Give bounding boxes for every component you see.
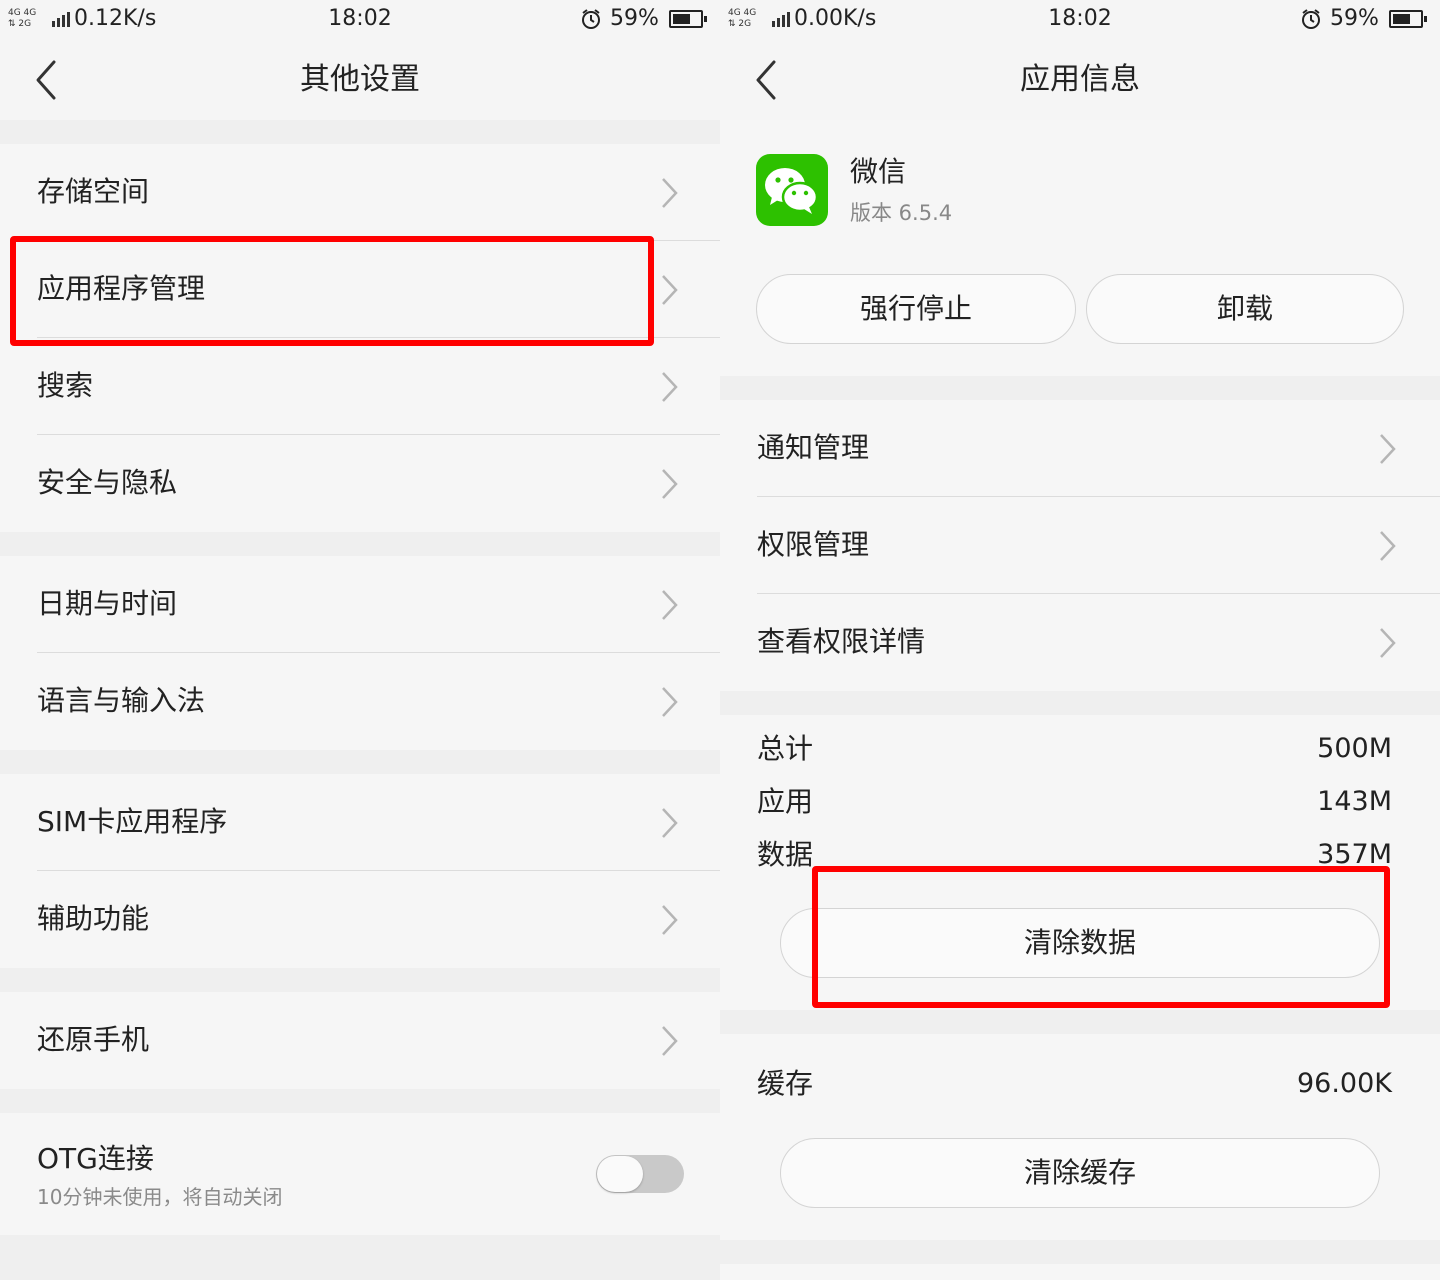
settings-item-label: 安全与隐私 [37,466,178,499]
settings-item-label: 辅助功能 [37,902,150,935]
settings-item-date-time[interactable]: 日期与时间 [0,556,720,653]
settings-group-2: 日期与时间 语言与输入法 [0,556,720,750]
settings-item-app-management[interactable]: 应用程序管理 [0,241,720,338]
storage-row-app: 应用 143M [757,782,1392,822]
menu-item-label: 查看权限详情 [757,625,926,658]
battery-percent: 59% [1330,6,1379,31]
storage-group: 总计 500M 应用 143M 数据 357M 清除数据 [720,715,1440,1010]
settings-item-search[interactable]: 搜索 [0,338,720,435]
alarm-icon [582,9,600,29]
settings-group-1: 存储空间 应用程序管理 搜索 安全与隐私 [0,144,720,532]
storage-label: 应用 [757,785,814,818]
wechat-icon [756,154,828,226]
otg-item: OTG连接 10分钟未使用，将自动关闭 [0,1113,720,1235]
storage-value: 357M [1317,839,1392,870]
settings-item-sim-apps[interactable]: SIM卡应用程序 [0,774,720,871]
otg-group: OTG连接 10分钟未使用，将自动关闭 [0,1113,720,1235]
app-name: 微信 [850,155,907,188]
otg-subtitle: 10分钟未使用，将自动关闭 [37,1185,283,1209]
settings-item-label: 搜索 [37,369,94,402]
page-title: 应用信息 [1020,62,1140,97]
battery-icon [669,10,707,28]
chevron-right-icon [1380,628,1396,658]
settings-item-label: 还原手机 [37,1023,150,1056]
storage-row-total: 总计 500M [757,729,1392,769]
chevron-right-icon [662,590,678,620]
force-stop-button[interactable]: 强行停止 [756,274,1076,344]
menu-item-label: 通知管理 [757,431,870,464]
chevron-right-icon [1380,434,1396,464]
storage-value: 143M [1317,786,1392,817]
alarm-icon [1302,9,1320,29]
title-bar: 应用信息 [720,40,1440,120]
app-header: 微信 版本 6.5.4 强行停止 卸载 [720,120,1440,376]
app-version: 版本 6.5.4 [850,201,953,225]
chevron-right-icon [662,275,678,305]
chevron-right-icon [662,469,678,499]
settings-item-reset-phone[interactable]: 还原手机 [0,992,720,1089]
otg-label: OTG连接 [37,1142,154,1175]
settings-item-language-input[interactable]: 语言与输入法 [0,653,720,750]
chevron-right-icon [662,1026,678,1056]
chevron-right-icon [662,687,678,717]
settings-item-storage[interactable]: 存储空间 [0,144,720,241]
chevron-right-icon [662,372,678,402]
settings-item-security-privacy[interactable]: 安全与隐私 [0,435,720,532]
chevron-right-icon [1380,531,1396,561]
other-settings-screen: 4G 4G ⇅ 2G 0.12K/s 18:02 59% 其他设置 存储空间 应… [0,0,720,1280]
settings-group-3: SIM卡应用程序 辅助功能 [0,774,720,968]
status-bar: 4G 4G ⇅ 2G 0.00K/s 18:02 59% [720,0,1440,40]
menu-item-label: 权限管理 [757,528,870,561]
settings-item-label: SIM卡应用程序 [37,805,228,838]
settings-item-accessibility[interactable]: 辅助功能 [0,871,720,968]
menu-item-permission-details[interactable]: 查看权限详情 [720,594,1440,691]
otg-toggle[interactable] [596,1155,684,1193]
chevron-right-icon [662,905,678,935]
menu-item-permission-management[interactable]: 权限管理 [720,497,1440,594]
page-title: 其他设置 [300,62,420,97]
clear-cache-button[interactable]: 清除缓存 [780,1138,1380,1208]
battery-icon [1389,10,1427,28]
app-menu-group: 通知管理 权限管理 查看权限详情 [720,400,1440,691]
settings-item-label: 存储空间 [37,175,150,208]
storage-label: 总计 [757,732,814,765]
battery-percent: 59% [610,6,659,31]
cache-label: 缓存 [757,1067,814,1100]
menu-item-notification-management[interactable]: 通知管理 [720,400,1440,497]
chevron-right-icon [662,178,678,208]
chevron-right-icon [662,808,678,838]
bottom-surface [720,1264,1440,1280]
uninstall-button[interactable]: 卸载 [1086,274,1404,344]
cache-group: 缓存 96.00K 清除缓存 [720,1034,1440,1240]
status-bar: 4G 4G ⇅ 2G 0.12K/s 18:02 59% [0,0,720,40]
cache-value: 96.00K [1296,1068,1392,1099]
settings-item-label: 语言与输入法 [37,684,206,717]
app-info-screen: 4G 4G ⇅ 2G 0.00K/s 18:02 59% 应用信息 微信 版本 … [720,0,1440,1280]
storage-value: 500M [1317,733,1392,764]
cache-row: 缓存 96.00K [757,1064,1392,1104]
settings-group-4: 还原手机 [0,992,720,1089]
title-bar: 其他设置 [0,40,720,120]
settings-item-label: 日期与时间 [37,587,178,620]
storage-row-data: 数据 357M [757,835,1392,875]
storage-label: 数据 [757,838,814,871]
settings-item-label: 应用程序管理 [37,272,206,305]
clear-data-button[interactable]: 清除数据 [780,908,1380,978]
